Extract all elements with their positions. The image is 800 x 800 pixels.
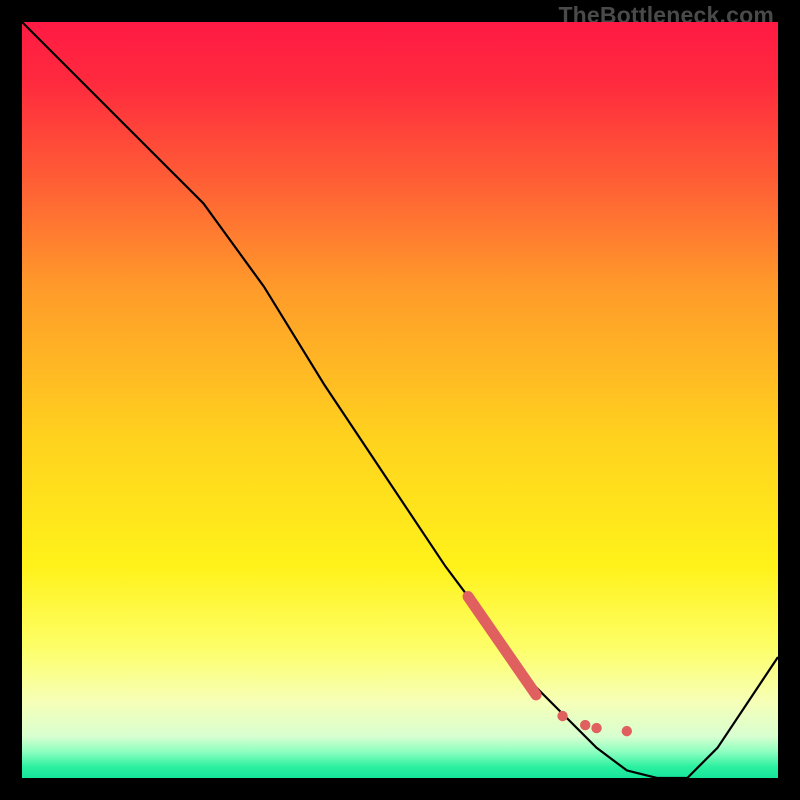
- highlight-dot: [622, 726, 632, 736]
- highlight-dot: [591, 723, 601, 733]
- highlight-dot: [557, 711, 567, 721]
- bottleneck-chart: [22, 22, 778, 778]
- highlight-dot: [580, 720, 590, 730]
- chart-frame: [22, 22, 778, 778]
